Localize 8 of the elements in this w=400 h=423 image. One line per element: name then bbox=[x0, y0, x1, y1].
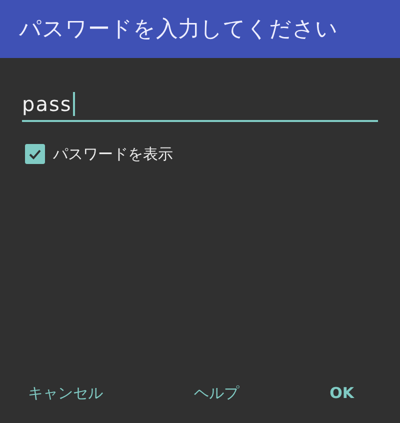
dialog-button[interactable]: OK bbox=[324, 378, 360, 408]
dialog-button[interactable]: ヘルプ bbox=[188, 378, 245, 408]
password-field[interactable]: pass bbox=[22, 86, 378, 122]
show-password-checkbox[interactable] bbox=[25, 144, 45, 164]
dialog-button[interactable]: キャンセル bbox=[22, 378, 109, 408]
dialog-title: パスワードを入力してください bbox=[0, 0, 400, 58]
checkmark-icon bbox=[28, 147, 42, 161]
checkbox-label: パスワードを表示 bbox=[53, 144, 173, 164]
